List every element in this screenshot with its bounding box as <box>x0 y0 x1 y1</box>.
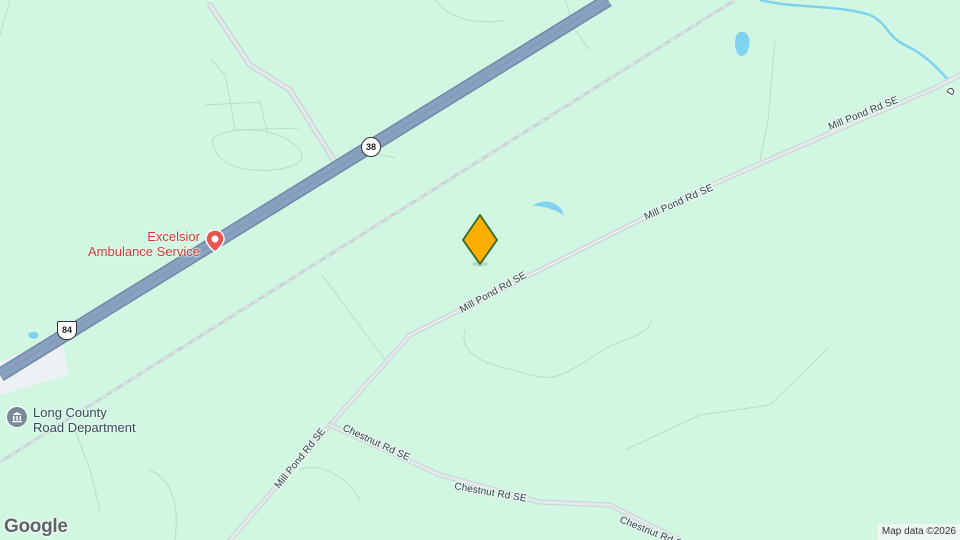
terrain-lines <box>0 0 829 540</box>
road-label-chestnut-1: Chestnut Rd SE <box>341 423 412 464</box>
local-roads <box>207 2 960 540</box>
highway-us-84 <box>0 0 612 381</box>
road-label-mill-pond-1: Mill Pond Rd SE <box>827 95 900 133</box>
poi-road-dept-label[interactable]: Long County Road Department <box>33 405 136 435</box>
government-building-icon[interactable] <box>6 406 28 428</box>
us-84-shield: 84 <box>57 321 77 340</box>
poi-ambulance-label[interactable]: Excelsior Ambulance Service <box>60 229 200 259</box>
connector-road <box>207 2 338 165</box>
road-label-chestnut-2: Chestnut Rd SE <box>453 481 527 505</box>
road-label-mill-pond-2: Mill Pond Rd SE <box>643 182 716 222</box>
map-layer: Mill Pond Rd SE Mill Pond Rd SE Mill Pon… <box>0 0 960 540</box>
poi-road-dept-line1: Long County <box>33 405 107 420</box>
road-label-chestnut-3: Chestnut Rd SE <box>618 515 690 540</box>
pond-tiny <box>28 331 39 339</box>
road-label-mill-pond-4: Mill Pond Rd SE <box>273 426 328 491</box>
mill-pond-road <box>227 72 960 540</box>
pond <box>735 31 750 56</box>
creek <box>759 0 951 83</box>
location-marker-icon[interactable] <box>462 214 498 267</box>
road-label-mill-pond-3: Mill Pond Rd SE <box>458 270 529 316</box>
map-canvas[interactable]: Mill Pond Rd SE Mill Pond Rd SE Mill Pon… <box>0 0 960 540</box>
map-attribution[interactable]: Map data ©2026 <box>877 524 960 540</box>
hospital-pin-icon[interactable] <box>204 229 226 253</box>
poi-ambulance-line1: Excelsior <box>147 229 200 244</box>
pond-small <box>532 201 564 216</box>
google-logo[interactable]: Google <box>4 516 68 538</box>
route-38-shield: 38 <box>361 137 381 157</box>
poi-ambulance-line2: Ambulance Service <box>88 244 200 259</box>
poi-road-dept-line2: Road Department <box>33 420 136 435</box>
road-label-edge-d: D <box>945 86 958 98</box>
